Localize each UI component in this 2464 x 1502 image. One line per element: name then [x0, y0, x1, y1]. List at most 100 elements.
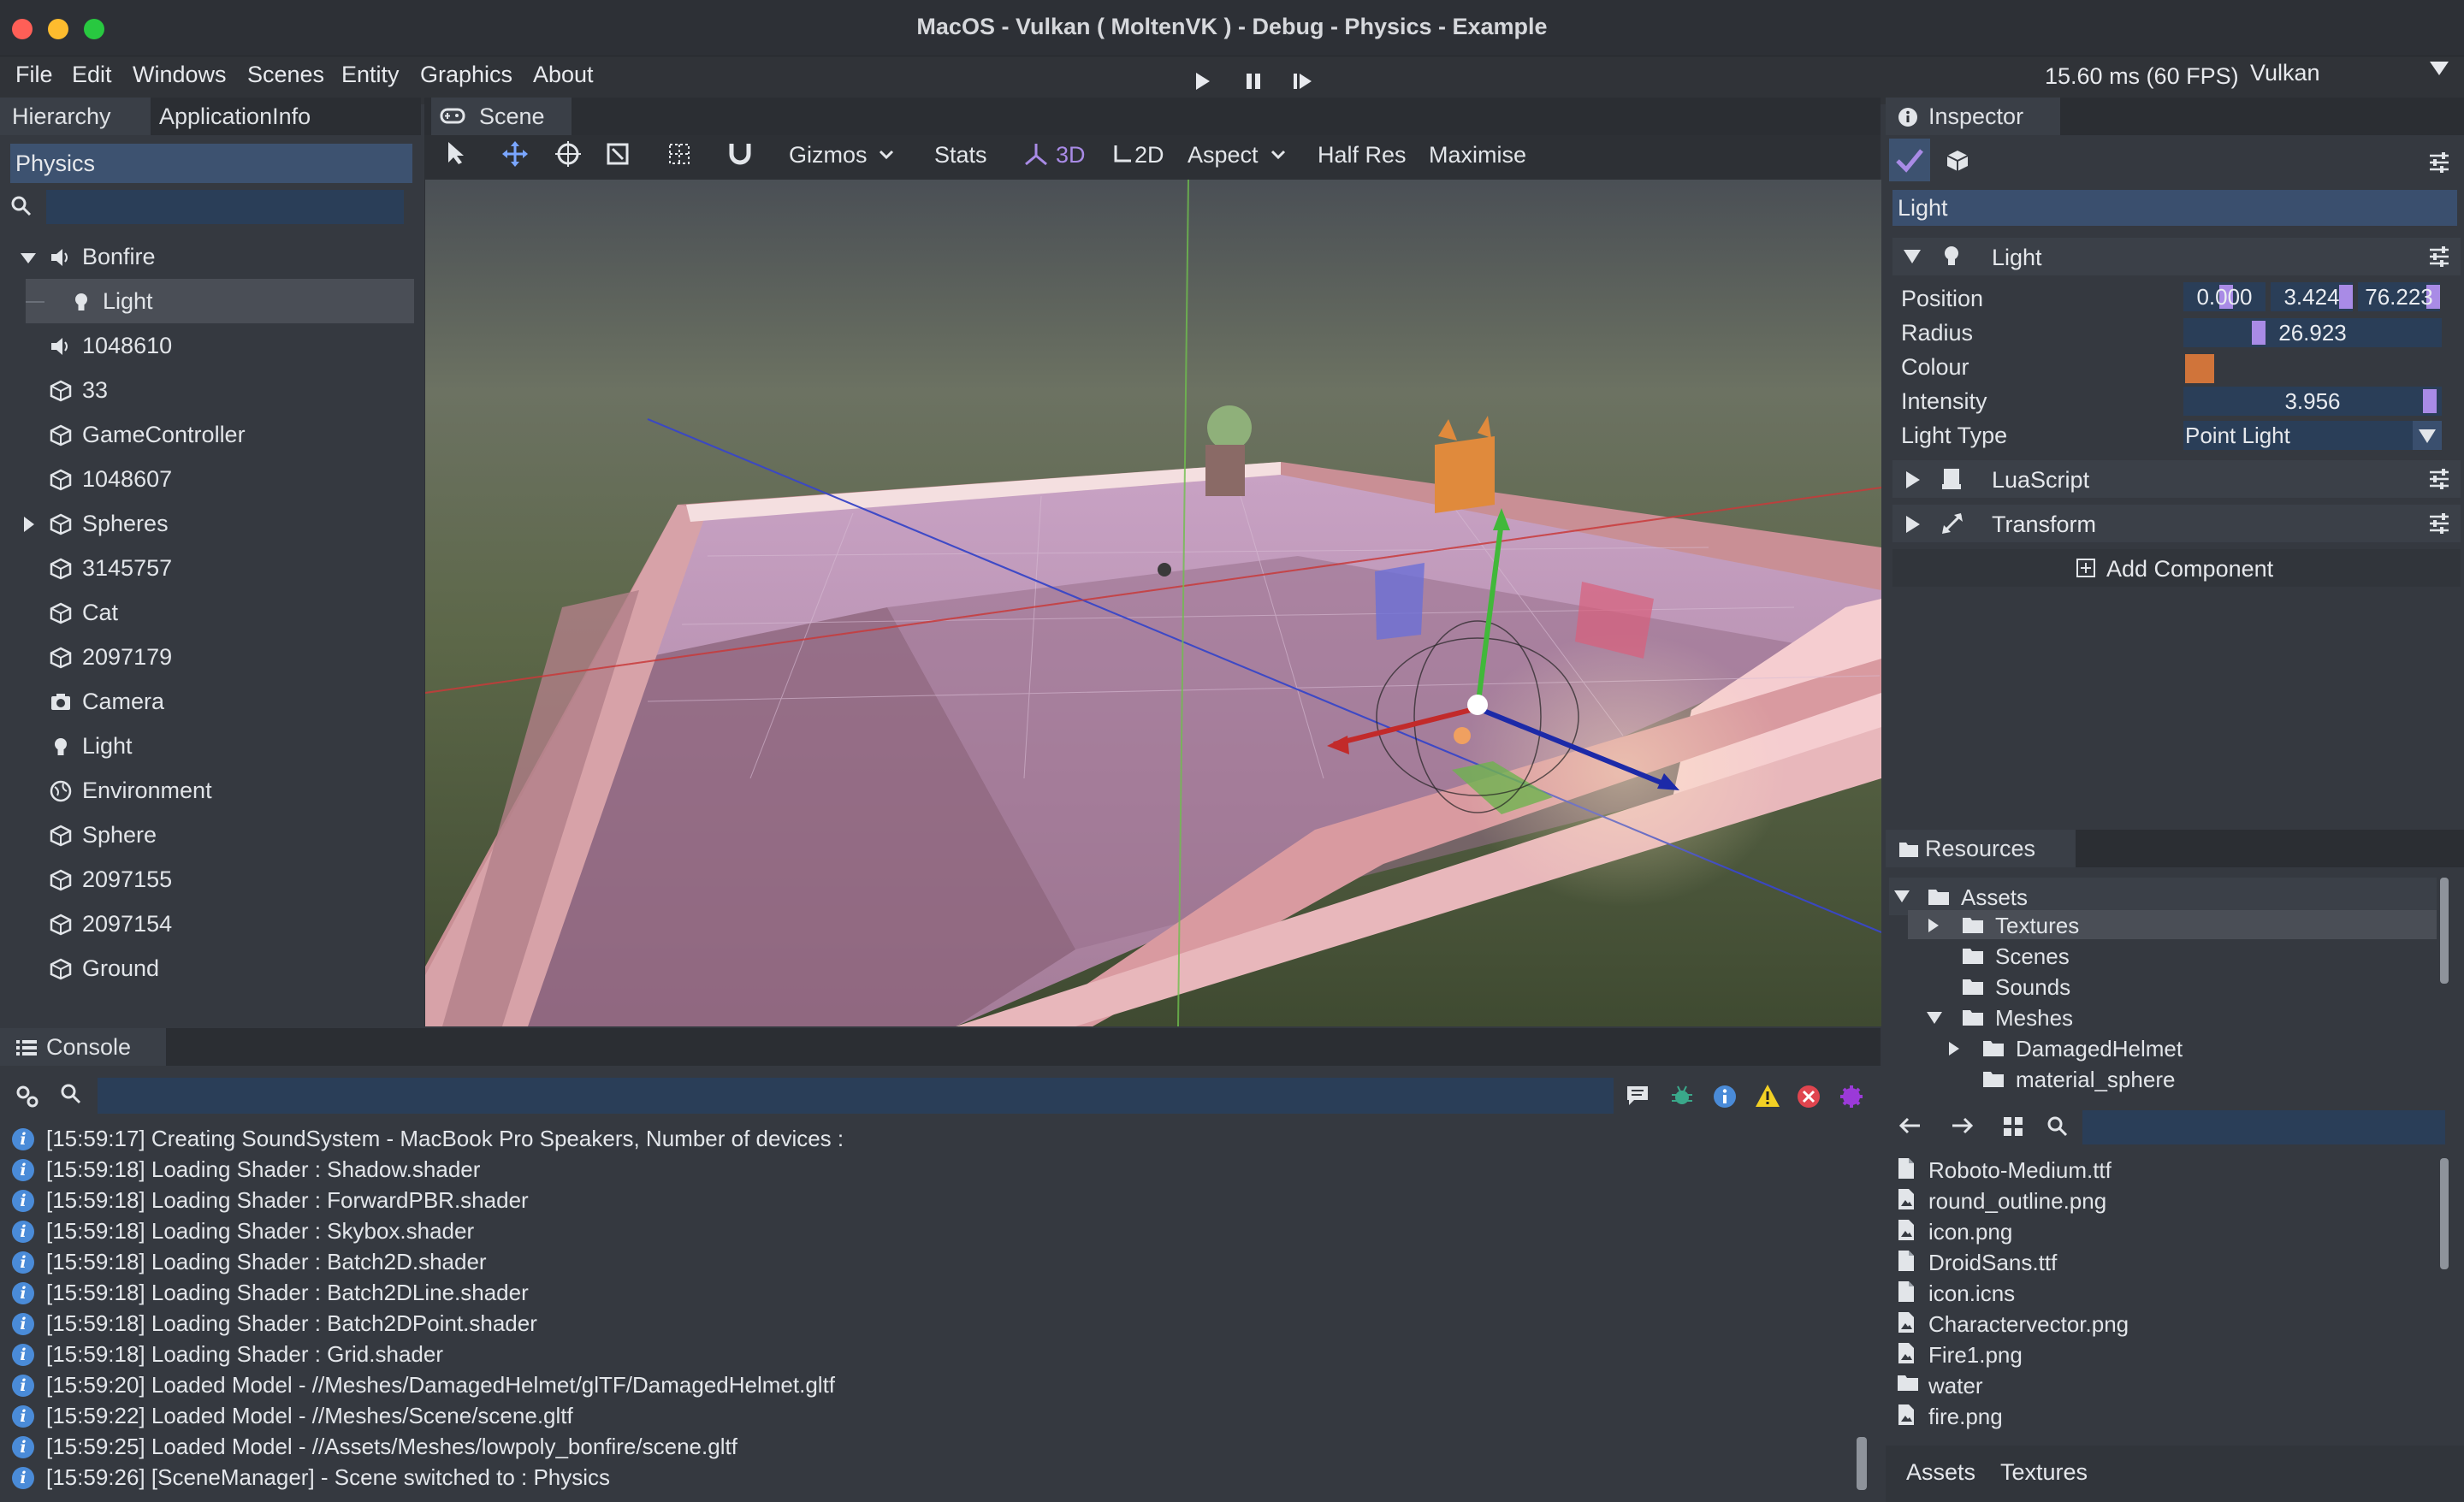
error-filter-icon[interactable]: [1797, 1085, 1821, 1109]
half-res-button[interactable]: Half Res: [1318, 142, 1407, 169]
collapse-arrow-icon[interactable]: [17, 246, 39, 269]
hierarchy-item[interactable]: Light: [26, 279, 414, 323]
light-type-dropdown-button[interactable]: [2413, 421, 2442, 450]
log-line[interactable]: i [15:59:18] Loading Shader : Shadow.shad…: [10, 1155, 1841, 1186]
collapse-arrow-icon[interactable]: [1925, 1009, 1944, 1026]
mode-2d-button[interactable]: 2D: [1134, 142, 1164, 169]
resource-file-item[interactable]: fire.png: [1892, 1401, 2431, 1430]
critical-filter-icon[interactable]: [1839, 1085, 1863, 1109]
stats-button[interactable]: Stats: [934, 142, 987, 169]
light-type-select[interactable]: Point Light: [2183, 421, 2442, 450]
resource-file-item[interactable]: Roboto-Medium.ttf: [1892, 1155, 2431, 1184]
scene-viewport[interactable]: [425, 180, 1881, 1026]
resource-file-item[interactable]: round_outline.png: [1892, 1186, 2431, 1215]
hierarchy-item[interactable]: Sphere: [0, 813, 421, 857]
resource-file-item[interactable]: icon.icns: [1892, 1278, 2431, 1307]
resource-folder-item[interactable]: Scenes: [1889, 941, 2437, 970]
mode-3d-button[interactable]: 3D: [1056, 142, 1086, 169]
console-settings-icon[interactable]: [14, 1083, 39, 1109]
colour-swatch[interactable]: [2185, 354, 2214, 383]
menu-edit[interactable]: Edit: [72, 62, 112, 88]
log-line[interactable]: i [15:59:18] Loading Shader : Skybox.shad…: [10, 1216, 1841, 1247]
breadcrumb-textures[interactable]: Textures: [2000, 1459, 2088, 1486]
intensity-field[interactable]: 3.956: [2183, 387, 2442, 416]
hierarchy-item[interactable]: Environment: [0, 768, 421, 813]
log-line[interactable]: i [15:59:22] Loaded Model - //Meshes/Scen…: [10, 1401, 1841, 1432]
aspect-dropdown[interactable]: Aspect: [1188, 142, 1259, 169]
tree-scrollbar[interactable]: [2440, 878, 2449, 984]
collapse-arrow-icon[interactable]: [1892, 888, 1911, 905]
hierarchy-item[interactable]: Camera: [0, 679, 421, 724]
hierarchy-item[interactable]: 1048610: [0, 323, 421, 368]
rotate-tool-icon[interactable]: [554, 140, 582, 168]
active-toggle[interactable]: [1889, 139, 1930, 181]
menu-file[interactable]: File: [15, 62, 53, 88]
add-component-button[interactable]: Add Component: [1892, 549, 2461, 587]
resource-file-item[interactable]: icon.png: [1892, 1216, 2431, 1245]
warning-filter-icon[interactable]: [1754, 1083, 1781, 1109]
radius-field[interactable]: 26.923: [2183, 318, 2442, 347]
tab-application-info[interactable]: ApplicationInfo: [147, 98, 323, 135]
resource-folder-item[interactable]: Meshes: [1889, 1002, 2437, 1032]
info-filter-icon[interactable]: [1713, 1085, 1737, 1109]
menu-about[interactable]: About: [533, 62, 594, 88]
position-z-field[interactable]: 76.223: [2358, 282, 2440, 311]
hierarchy-item[interactable]: 2097154: [0, 902, 421, 946]
light-component-header[interactable]: Light: [1892, 238, 2461, 275]
resource-file-item[interactable]: Charactervector.png: [1892, 1309, 2431, 1338]
step-button[interactable]: [1288, 68, 1318, 94]
console-scrollbar[interactable]: [1857, 1437, 1867, 1490]
resource-file-item[interactable]: Fire1.png: [1892, 1339, 2431, 1369]
grid-icon[interactable]: [667, 142, 691, 166]
hierarchy-item[interactable]: 3145757: [0, 546, 421, 590]
hierarchy-item[interactable]: 1048607: [0, 457, 421, 501]
scene-name-field[interactable]: Physics: [10, 144, 412, 183]
breadcrumb-assets[interactable]: Assets: [1906, 1459, 1975, 1486]
resource-folder-item[interactable]: DamagedHelmet: [1889, 1033, 2437, 1062]
component-settings-icon[interactable]: [2428, 469, 2450, 489]
log-line[interactable]: i [15:59:26] [SceneManager] - Scene switc…: [10, 1463, 1841, 1493]
entity-name-field[interactable]: Light: [1892, 190, 2457, 226]
maximise-button[interactable]: Maximise: [1429, 142, 1526, 169]
log-line[interactable]: i [15:59:18] Loading Shader : Grid.shader: [10, 1339, 1841, 1370]
resource-folder-item[interactable]: Sounds: [1889, 972, 2437, 1001]
grid-view-icon[interactable]: [2002, 1115, 2024, 1138]
hierarchy-item[interactable]: Cat: [0, 590, 421, 635]
hierarchy-item[interactable]: Ground: [0, 946, 421, 990]
hierarchy-item[interactable]: Light: [0, 724, 421, 768]
scale-tool-icon[interactable]: [606, 142, 630, 166]
renderer-dropdown-icon[interactable]: [2428, 60, 2450, 77]
resources-search-input[interactable]: [2082, 1110, 2445, 1144]
pause-button[interactable]: [1239, 68, 1268, 94]
position-y-field[interactable]: 3.424: [2271, 282, 2353, 311]
hierarchy-item[interactable]: Spheres: [0, 501, 421, 546]
resource-file-item[interactable]: water: [1892, 1370, 2431, 1399]
position-x-field[interactable]: 0.000: [2183, 282, 2266, 311]
menu-scenes[interactable]: Scenes: [247, 62, 324, 88]
menu-entity[interactable]: Entity: [341, 62, 400, 88]
debug-filter-icon[interactable]: [1670, 1085, 1694, 1109]
component-settings-icon[interactable]: [2428, 246, 2450, 267]
log-line[interactable]: i [15:59:18] Loading Shader : Batch2DLine…: [10, 1278, 1841, 1309]
log-line[interactable]: i [15:59:18] Loading Shader : ForwardPBR.…: [10, 1186, 1841, 1216]
expand-arrow-icon[interactable]: [17, 513, 39, 535]
play-button[interactable]: [1188, 68, 1217, 94]
log-line[interactable]: i [15:59:20] Loaded Model - //Meshes/Dama…: [10, 1370, 1841, 1401]
resource-folder-item[interactable]: material_sphere: [1889, 1064, 2437, 1093]
menu-windows[interactable]: Windows: [133, 62, 227, 88]
component-settings-icon[interactable]: [2428, 513, 2450, 534]
snap-magnet-icon[interactable]: [727, 140, 753, 168]
gizmos-dropdown[interactable]: Gizmos: [789, 142, 868, 169]
resource-file-item[interactable]: DroidSans.ttf: [1892, 1247, 2431, 1276]
renderer-select[interactable]: Vulkan: [2250, 60, 2320, 86]
forward-arrow-icon[interactable]: [1949, 1115, 1975, 1136]
message-filter-icon[interactable]: [1626, 1085, 1650, 1107]
cube-icon[interactable]: [1946, 149, 1969, 173]
console-filter-input[interactable]: [98, 1078, 1614, 1114]
menu-graphics[interactable]: Graphics: [420, 62, 512, 88]
log-line[interactable]: i [15:59:18] Loading Shader : Batch2DPoin…: [10, 1309, 1841, 1339]
log-line[interactable]: i [15:59:25] Loaded Model - //Assets/Mesh…: [10, 1432, 1841, 1463]
expand-arrow-icon[interactable]: [1925, 917, 1942, 934]
tab-hierarchy[interactable]: Hierarchy: [0, 98, 151, 135]
hierarchy-item[interactable]: 2097179: [0, 635, 421, 679]
